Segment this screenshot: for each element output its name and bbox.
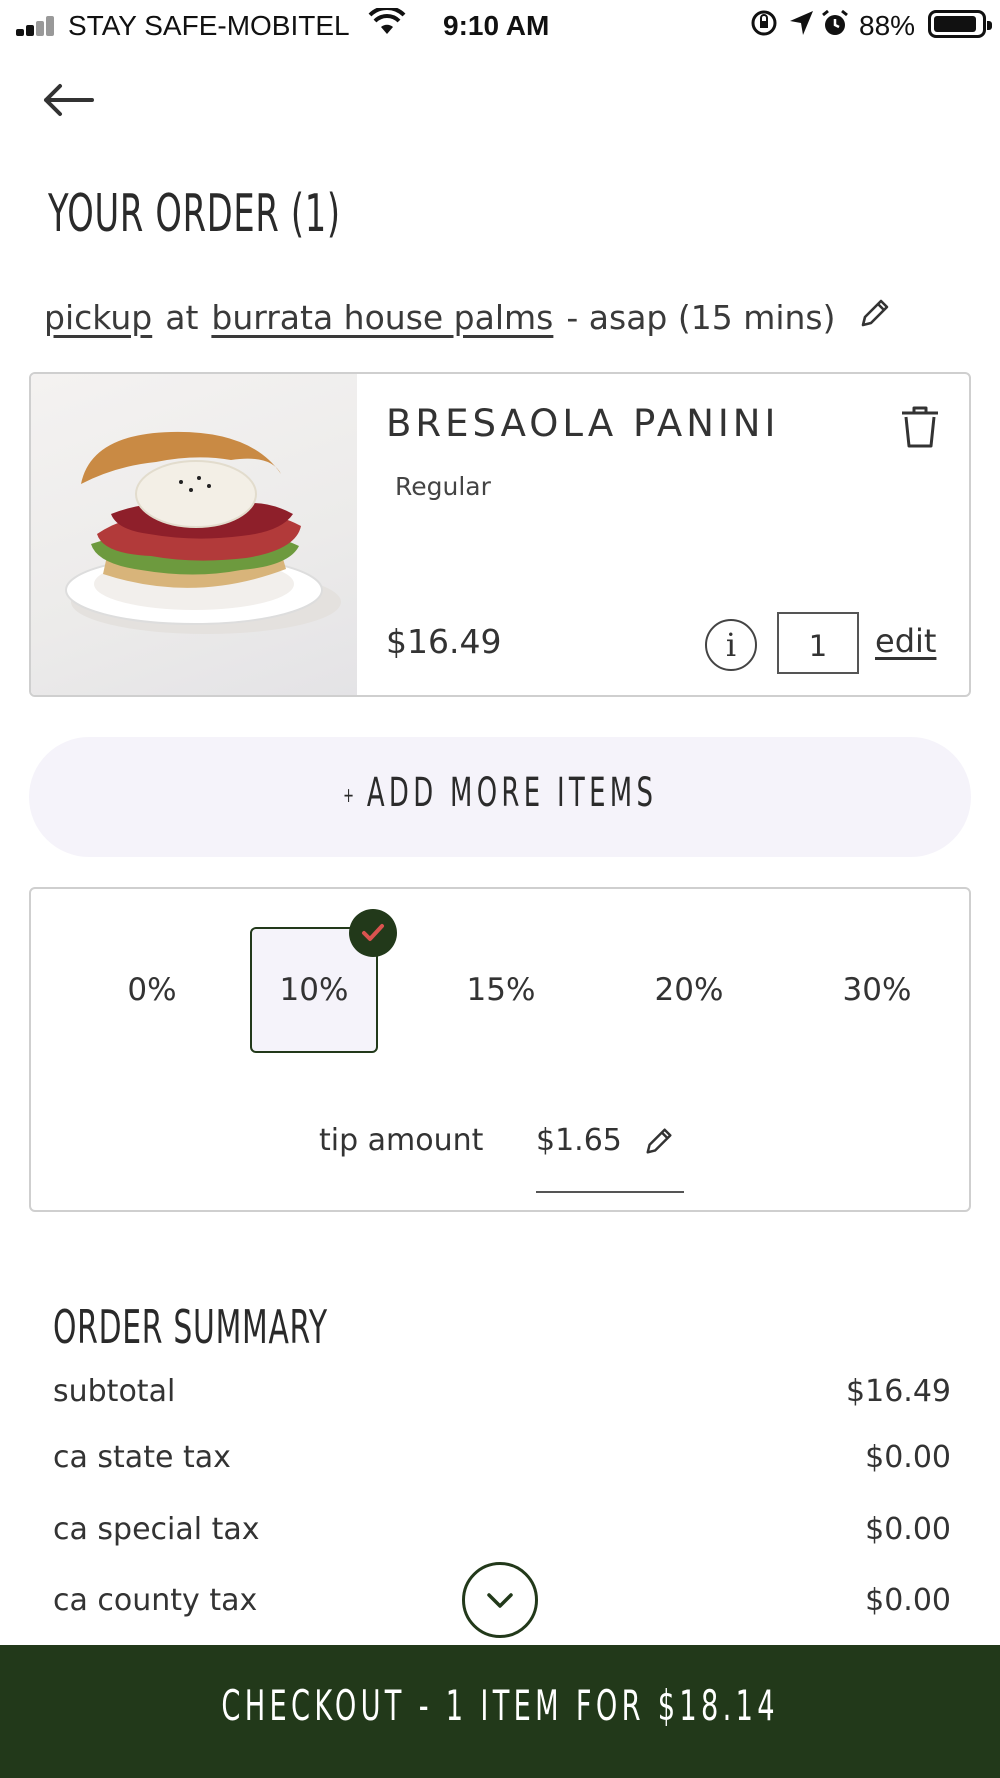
summary-row-special-tax: ca special tax $0.00 <box>53 1512 951 1547</box>
summary-label: ca county tax <box>53 1583 258 1618</box>
pickup-time-text: - asap (15 mins) <box>566 297 836 337</box>
info-icon[interactable]: i <box>705 619 757 671</box>
checkmark-icon <box>349 909 397 957</box>
summary-label: ca state tax <box>53 1440 231 1475</box>
summary-value: $0.00 <box>865 1440 951 1475</box>
scroll-down-button[interactable] <box>462 1562 538 1638</box>
tip-option-15[interactable]: 15% <box>437 927 565 1053</box>
page-title: YOUR ORDER (1) <box>48 184 341 244</box>
tip-amount-input[interactable]: $1.65 <box>536 1123 622 1158</box>
location-icon <box>787 8 815 45</box>
edit-item-link[interactable]: edit <box>875 622 936 660</box>
trash-icon[interactable] <box>899 404 941 454</box>
signal-icon <box>16 16 58 36</box>
tip-selector: 0% 10% 15% 20% 30% tip amount $1.65 <box>29 887 971 1212</box>
checkout-button[interactable]: CHECKOUT - 1 ITEM FOR $18.14 <box>0 1645 1000 1778</box>
checkout-label: CHECKOUT - 1 ITEM FOR $18.14 <box>221 1681 779 1730</box>
summary-row-subtotal: subtotal $16.49 <box>53 1374 951 1409</box>
summary-value: $16.49 <box>846 1374 951 1409</box>
plus-icon: + <box>342 783 359 807</box>
summary-label: ca special tax <box>53 1512 260 1547</box>
pickup-mode-link[interactable]: pickup <box>44 298 152 337</box>
orientation-lock-icon <box>749 8 779 45</box>
item-photo <box>31 374 357 695</box>
battery-icon <box>928 10 992 38</box>
cart-item-card: BRESAOLA PANINI Regular $16.49 i 1 edit <box>29 372 971 697</box>
status-bar: STAY SAFE-MOBITEL 9:10 AM 88% <box>0 0 1000 50</box>
pencil-icon[interactable] <box>858 296 892 338</box>
clock-time: 9:10 AM <box>443 10 550 41</box>
carrier-name: STAY SAFE-MOBITEL <box>68 10 350 41</box>
back-button[interactable] <box>40 80 104 124</box>
summary-label: subtotal <box>53 1374 176 1409</box>
pickup-at-text: at <box>165 297 199 337</box>
pickup-details: pickup at burrata house palms - asap (15… <box>44 296 892 338</box>
add-more-label: ADD MORE ITEMS <box>366 770 658 816</box>
item-price: $16.49 <box>386 622 502 661</box>
pickup-location-link[interactable]: burrata house palms <box>211 298 553 337</box>
wifi-icon <box>368 5 406 43</box>
battery-percent: 88% <box>859 10 916 41</box>
alarm-icon <box>820 8 850 45</box>
chevron-down-icon <box>487 1593 513 1608</box>
order-summary-title: ORDER SUMMARY <box>53 1300 328 1354</box>
tip-option-0[interactable]: 0% <box>88 927 216 1053</box>
quantity-field[interactable]: 1 <box>777 612 859 674</box>
summary-value: $0.00 <box>865 1583 951 1618</box>
tip-option-30[interactable]: 30% <box>813 927 941 1053</box>
add-more-items-button[interactable]: + ADD MORE ITEMS <box>29 737 971 857</box>
tip-amount-label: tip amount <box>319 1123 484 1158</box>
item-variant: Regular <box>395 472 491 501</box>
summary-row-state-tax: ca state tax $0.00 <box>53 1440 951 1475</box>
summary-value: $0.00 <box>865 1512 951 1547</box>
pencil-icon[interactable] <box>643 1125 675 1161</box>
tip-amount-underline <box>536 1191 684 1193</box>
tip-option-20[interactable]: 20% <box>625 927 753 1053</box>
item-name: BRESAOLA PANINI <box>386 402 780 445</box>
arrow-left-icon <box>44 84 94 116</box>
